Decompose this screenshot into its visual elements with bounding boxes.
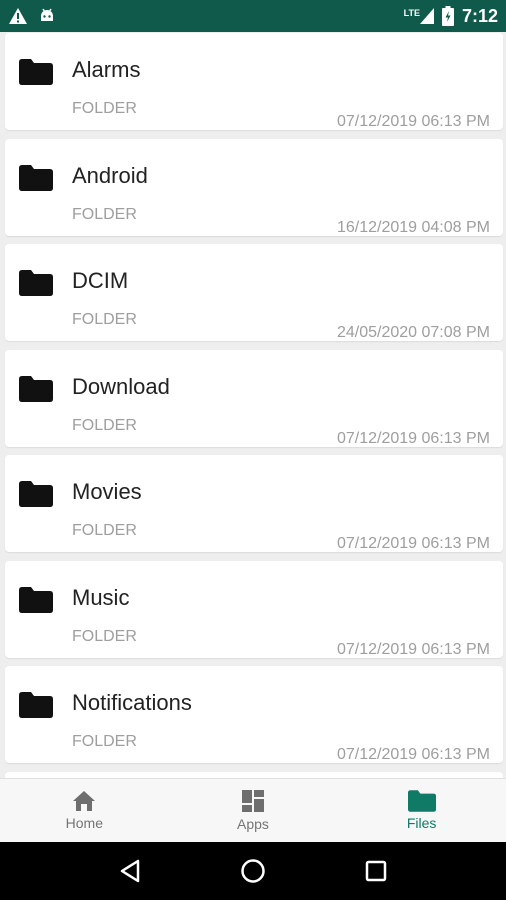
recents-icon[interactable] — [365, 860, 387, 882]
list-item[interactable]: Notifications FOLDER 07/12/2019 06:13 PM — [5, 666, 503, 763]
nav-files-label: Files — [406, 815, 437, 831]
nav-home[interactable]: Home — [0, 779, 169, 842]
list-item[interactable]: Alarms FOLDER 07/12/2019 06:13 PM — [5, 33, 503, 130]
file-date: 24/05/2020 07:08 PM — [336, 324, 490, 341]
bottom-nav: Home Apps Files — [0, 778, 506, 842]
file-type: FOLDER — [72, 100, 137, 117]
list-item[interactable]: Download FOLDER 07/12/2019 06:13 PM — [5, 350, 503, 447]
file-date: 16/12/2019 04:08 PM — [336, 219, 490, 236]
file-date: 07/12/2019 06:13 PM — [336, 535, 490, 552]
file-name: Alarms — [72, 57, 141, 82]
file-date: 07/12/2019 06:13 PM — [336, 641, 490, 658]
file-name: Download — [72, 374, 170, 399]
system-nav-bar — [0, 842, 506, 900]
folder-icon — [19, 59, 53, 85]
folder-icon — [19, 376, 53, 402]
signal-icon: LTE — [404, 8, 434, 24]
file-type: FOLDER — [72, 417, 137, 434]
nav-home-label: Home — [65, 815, 103, 831]
list-item[interactable]: Music FOLDER 07/12/2019 06:13 PM — [5, 561, 503, 658]
nav-files[interactable]: Files — [337, 779, 506, 842]
network-type: LTE — [403, 8, 420, 18]
file-type: FOLDER — [72, 206, 137, 223]
file-date: 07/12/2019 06:13 PM — [336, 430, 490, 447]
apps-icon — [241, 790, 264, 812]
folder-icon — [19, 165, 53, 191]
file-date: 07/12/2019 06:13 PM — [336, 113, 490, 130]
file-name: DCIM — [72, 268, 129, 293]
folder-icon — [19, 481, 53, 507]
battery-icon — [441, 6, 454, 26]
android-icon — [38, 7, 56, 25]
home-icon — [73, 791, 96, 811]
file-type: FOLDER — [72, 522, 137, 539]
file-name: Notifications — [72, 690, 192, 715]
folder-icon — [19, 587, 53, 613]
file-name: Music — [72, 585, 130, 610]
back-icon[interactable] — [119, 859, 141, 883]
list-item[interactable]: DCIM FOLDER 24/05/2020 07:08 PM — [5, 244, 503, 341]
warning-icon — [8, 7, 28, 25]
file-type: FOLDER — [72, 311, 137, 328]
status-time: 7:12 — [461, 5, 498, 26]
file-type: FOLDER — [72, 628, 137, 645]
list-item[interactable]: Movies FOLDER 07/12/2019 06:13 PM — [5, 455, 503, 552]
list-item[interactable]: Android FOLDER 16/12/2019 04:08 PM — [5, 139, 503, 236]
file-date: 07/12/2019 06:13 PM — [336, 746, 490, 763]
nav-apps[interactable]: Apps — [169, 779, 338, 842]
home-circle-icon[interactable] — [240, 858, 266, 884]
file-name: Movies — [72, 479, 142, 504]
folder-icon — [19, 270, 53, 296]
file-type: FOLDER — [72, 733, 137, 750]
nav-apps-label: Apps — [237, 816, 269, 832]
file-list[interactable]: Alarms FOLDER 07/12/2019 06:13 PM Androi… — [0, 32, 506, 778]
file-name: Android — [72, 163, 148, 188]
folder-icon — [407, 790, 436, 812]
status-bar: LTE 7:12 — [0, 0, 506, 32]
folder-icon — [19, 692, 53, 718]
